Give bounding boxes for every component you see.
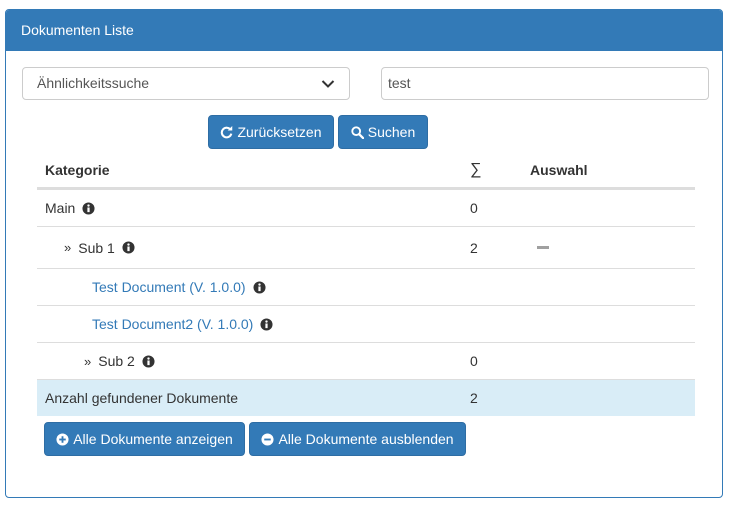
- count-cell: 2: [470, 239, 478, 256]
- info-icon[interactable]: [122, 241, 135, 254]
- category-label: Sub 1: [78, 239, 115, 256]
- count-cell: 0: [470, 200, 478, 216]
- category-cell: Main: [45, 190, 95, 226]
- document-link[interactable]: Test Document2 (V. 1.0.0): [92, 316, 253, 332]
- document-cell: Test Document2 (V. 1.0.0): [92, 306, 273, 342]
- table-row: » Sub 2 0: [37, 342, 695, 379]
- documents-panel: Dokumenten Liste Ähnlichkeitssuche test …: [5, 9, 723, 498]
- search-input[interactable]: test: [381, 67, 709, 100]
- partial-selection-indicator[interactable]: [537, 227, 549, 268]
- hide-all-documents-label: Alle Dokumente ausblenden: [278, 431, 454, 447]
- info-icon[interactable]: [260, 317, 273, 331]
- double-chevron-right-icon[interactable]: »: [84, 354, 91, 369]
- refresh-icon: [221, 125, 233, 138]
- summary-count: 2: [470, 390, 478, 406]
- double-chevron-right-icon[interactable]: »: [64, 240, 71, 255]
- table-row: Test Document (V. 1.0.0): [37, 268, 695, 305]
- summary-row: Anzahl gefundener Dokumente 2: [37, 379, 695, 416]
- hide-all-documents-button[interactable]: Alle Dokumente ausblenden: [249, 422, 466, 456]
- table-header-row: Kategorie ∑ Auswahl: [37, 152, 695, 189]
- plus-circle-icon: [56, 432, 69, 446]
- column-header-sum: ∑: [470, 160, 482, 178]
- category-cell: » Sub 2: [84, 343, 155, 379]
- column-header-category: Kategorie: [45, 161, 110, 178]
- info-icon[interactable]: [142, 354, 155, 368]
- reset-button[interactable]: Zurücksetzen: [208, 115, 334, 149]
- search-mode-select[interactable]: Ähnlichkeitssuche: [22, 67, 350, 100]
- search-button-label: Suchen: [367, 124, 416, 140]
- category-cell: » Sub 1: [64, 227, 135, 268]
- minus-circle-icon: [261, 432, 274, 446]
- search-icon: [351, 125, 364, 139]
- search-mode-value: Ähnlichkeitssuche: [37, 75, 150, 91]
- document-cell: Test Document (V. 1.0.0): [92, 269, 266, 305]
- minus-icon: [537, 246, 549, 249]
- table-row: Main 0: [37, 189, 695, 226]
- table-row: Test Document2 (V. 1.0.0): [37, 305, 695, 342]
- reset-button-label: Zurücksetzen: [237, 124, 322, 140]
- chevron-down-icon: [321, 80, 335, 88]
- search-button[interactable]: Suchen: [338, 115, 428, 149]
- category-label: Main: [45, 200, 76, 216]
- table-row: » Sub 1 2: [37, 226, 695, 268]
- count-cell: 0: [470, 353, 478, 369]
- show-all-documents-button[interactable]: Alle Dokumente anzeigen: [44, 422, 245, 456]
- panel-title: Dokumenten Liste: [6, 10, 722, 51]
- document-link[interactable]: Test Document (V. 1.0.0): [92, 279, 246, 295]
- column-header-selection: Auswahl: [530, 161, 588, 178]
- category-label: Sub 2: [98, 353, 135, 369]
- info-icon[interactable]: [82, 201, 95, 215]
- summary-label: Anzahl gefundener Dokumente: [45, 390, 239, 406]
- info-icon[interactable]: [253, 280, 266, 294]
- show-all-documents-label: Alle Dokumente anzeigen: [73, 431, 233, 447]
- search-input-value: test: [388, 75, 411, 91]
